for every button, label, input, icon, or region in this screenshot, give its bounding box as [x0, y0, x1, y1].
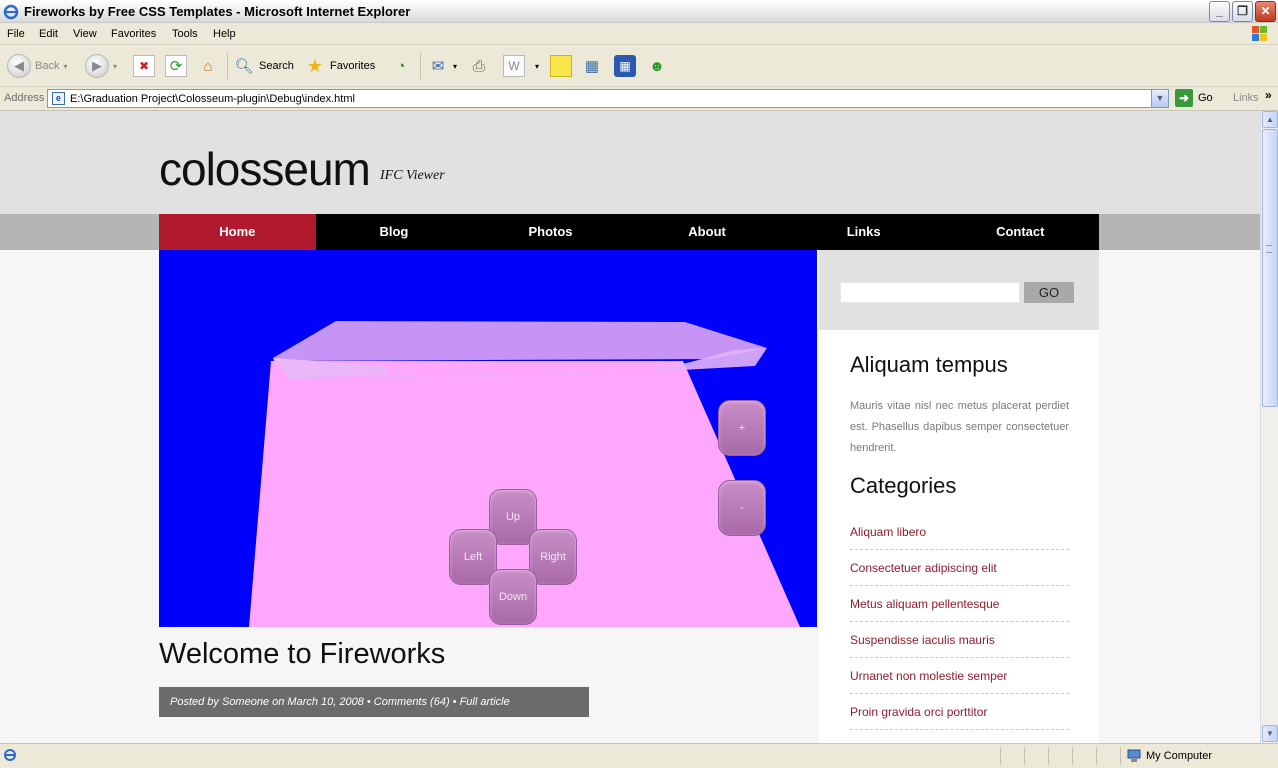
category-link[interactable]: Aliquam libero [850, 514, 1069, 550]
go-label: Go [1198, 92, 1213, 104]
site-search-button[interactable]: GO [1024, 282, 1074, 303]
mail-icon: ✉ [431, 58, 445, 75]
zoom-in-button[interactable]: + [718, 400, 766, 456]
scroll-thumb[interactable] [1262, 129, 1278, 407]
back-arrow-icon: ◀ [7, 54, 31, 78]
favorites-button[interactable]: ★ Favorites [304, 53, 375, 79]
zoom-out-button[interactable]: - [718, 480, 766, 536]
category-link[interactable]: Suspendisse iaculis mauris [850, 622, 1069, 658]
messenger-button[interactable]: ☻ [646, 53, 668, 79]
scroll-down-icon[interactable]: ▼ [1262, 725, 1278, 742]
sidebar-heading-categories: Categories [850, 473, 957, 498]
windows-logo-icon [1252, 26, 1267, 41]
printer-icon: ⎙ [472, 57, 485, 75]
history-button[interactable]: ◔ [390, 53, 412, 79]
menu-bar: File Edit View Favorites Tools Help [0, 23, 1278, 45]
home-button[interactable]: ⌂ [197, 53, 219, 79]
post-meta: Posted by Someone on March 10, 2008 • Co… [159, 687, 589, 717]
sidebar-text: Mauris vitae nisl nec metus placerat per… [850, 400, 1069, 454]
mail-button[interactable]: ✉ ▾ [427, 53, 457, 79]
menu-favorites[interactable]: Favorites [111, 28, 156, 40]
notes-button[interactable] [550, 53, 572, 79]
nav-blog[interactable]: Blog [316, 214, 473, 250]
stop-icon: ✖ [133, 55, 155, 77]
site-header: colosseum IFC Viewer [0, 111, 1260, 214]
menu-edit[interactable]: Edit [39, 28, 58, 40]
sidebar-heading-aliquam: Aliquam tempus [850, 352, 1008, 377]
nav-links[interactable]: Links [785, 214, 942, 250]
restore-button[interactable]: ❐ [1232, 1, 1253, 22]
address-dropdown-icon[interactable]: ▼ [1151, 90, 1168, 107]
post-title: Welcome to Fireworks [159, 638, 446, 670]
favorites-label: Favorites [330, 60, 376, 72]
nav-photos[interactable]: Photos [472, 214, 629, 250]
edit-button[interactable]: W ▾ [503, 53, 539, 79]
chevron-right-icon[interactable]: » [1265, 88, 1272, 102]
zone-label: My Computer [1146, 750, 1213, 762]
refresh-icon: ⟳ [165, 55, 187, 77]
messenger-icon: ☻ [649, 57, 665, 75]
title-bar: Fireworks by Free CSS Templates - Micros… [0, 0, 1278, 23]
main-nav: Home Blog Photos About Links Contact [159, 214, 1099, 250]
minimize-button[interactable]: _ [1209, 1, 1230, 22]
address-label: Address [4, 92, 45, 104]
scroll-grip-icon [1266, 245, 1272, 253]
vertical-scrollbar[interactable]: ▲ ▼ [1260, 111, 1278, 743]
address-input[interactable]: e E:\Graduation Project\Colosseum-plugin… [47, 89, 1169, 108]
forward-arrow-icon: ▶ [85, 54, 109, 78]
edit-page-icon: W [503, 55, 525, 77]
nav-home[interactable]: Home [159, 214, 316, 250]
close-button[interactable]: ✕ [1255, 1, 1276, 22]
site-logo[interactable]: colosseum [159, 142, 371, 196]
sidebar: Aliquam tempus Mauris vitae nisl nec met… [819, 330, 1099, 743]
stop-button[interactable]: ✖ [133, 53, 155, 79]
menu-file[interactable]: File [7, 28, 25, 40]
forward-button[interactable]: ▶ ▾ [85, 53, 117, 79]
star-icon: ★ [306, 55, 324, 76]
site-tagline: IFC Viewer [380, 168, 445, 183]
home-icon: ⌂ [203, 57, 213, 75]
menu-view[interactable]: View [73, 28, 97, 40]
toolbar: ◀ Back ▾ ▶ ▾ ✖ ⟳ ⌂ 🔍︎ Search ★ Favorites… [0, 45, 1278, 87]
zone-indicator: My Computer [1127, 749, 1212, 763]
plugin-icon: ▦ [614, 55, 636, 77]
print-button[interactable]: ⎙ [468, 53, 490, 79]
links-label[interactable]: Links [1233, 92, 1259, 104]
go-button[interactable]: ➜ Go [1175, 89, 1213, 107]
category-link[interactable]: Metus aliquam pellentesque [850, 586, 1069, 622]
back-button[interactable]: ◀ Back ▾ [7, 53, 67, 79]
history-icon: ◔ [396, 57, 406, 75]
nav-contact[interactable]: Contact [942, 214, 1099, 250]
page-viewport: colosseum IFC Viewer Home Blog Photos Ab… [0, 111, 1260, 743]
search-label: Search [259, 60, 294, 72]
research-button[interactable]: ▦ [581, 53, 603, 79]
category-link[interactable]: Proin gravida orci porttitor [850, 694, 1069, 730]
site-search-input[interactable] [840, 282, 1020, 303]
plugin-button[interactable]: ▦ [614, 53, 636, 79]
nav-about[interactable]: About [629, 214, 786, 250]
search-button[interactable]: 🔍︎ Search [233, 53, 294, 79]
ifc-3d-viewer[interactable]: + - Up Left Right Down [159, 250, 817, 627]
menu-help[interactable]: Help [213, 28, 236, 40]
page-icon: e [52, 92, 65, 105]
refresh-button[interactable]: ⟳ [165, 53, 187, 79]
computer-icon [1127, 749, 1141, 762]
category-link[interactable]: Consectetuer adipiscing elit [850, 550, 1069, 586]
window-title: Fireworks by Free CSS Templates - Micros… [24, 4, 411, 19]
ie-page-icon [4, 749, 16, 761]
menu-tools[interactable]: Tools [172, 28, 198, 40]
category-link[interactable]: Urnanet non molestie semper [850, 658, 1069, 694]
go-arrow-icon: ➜ [1175, 89, 1193, 107]
pan-down-button[interactable]: Down [489, 569, 537, 625]
scroll-up-icon[interactable]: ▲ [1262, 111, 1278, 128]
note-icon [550, 55, 572, 77]
status-bar: My Computer [0, 743, 1278, 768]
address-url[interactable]: E:\Graduation Project\Colosseum-plugin\D… [70, 93, 355, 105]
address-bar: Address e E:\Graduation Project\Colosseu… [0, 87, 1278, 111]
ie-icon [3, 4, 19, 20]
search-icon: 🔍︎ [234, 58, 254, 75]
research-icon: ▦ [584, 58, 600, 75]
back-label: Back [35, 60, 60, 72]
sidebar-search: GO [819, 250, 1099, 330]
